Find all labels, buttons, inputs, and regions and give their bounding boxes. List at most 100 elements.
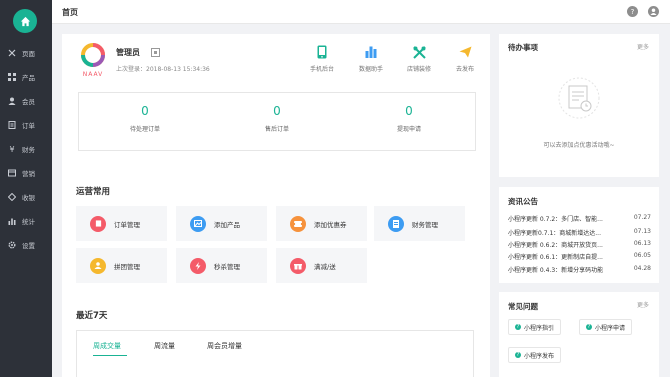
- section-title-common-ops: 运营常用: [76, 187, 111, 197]
- sidebar-item-label: 页面: [22, 50, 35, 58]
- sidebar-item-finance[interactable]: ¥ 财务: [0, 138, 52, 160]
- news-item[interactable]: 小程序更新 0.6.2：商城开放货页... 06.13: [508, 240, 651, 249]
- faq-label: 小程序指引: [524, 324, 555, 332]
- home-icon: [20, 16, 30, 26]
- marketing-icon: [8, 169, 16, 177]
- tab-weekly-members[interactable]: 周会员增量: [207, 341, 242, 351]
- admin-name: 管理员: [116, 48, 140, 57]
- last-login: 上次登录：2018-08-13 15:34:36: [116, 64, 210, 73]
- stat-label: 提现申请: [396, 126, 421, 133]
- tile-label: 财务管理: [412, 220, 438, 229]
- empty-state-icon: [551, 76, 607, 120]
- sidebar-item-label: 营销: [22, 170, 35, 178]
- sidebar-item-members[interactable]: 会员: [0, 90, 52, 112]
- main-card: NAAV 管理员 上次登录：2018-08-13 15:34:36 手机后台 数…: [62, 34, 490, 377]
- sidebar-item-settings[interactable]: 设置: [0, 234, 52, 256]
- flash-icon: [190, 257, 206, 274]
- stat-label: 售后订单: [264, 126, 289, 133]
- sidebar-item-label: 订单: [22, 122, 35, 130]
- tile-group-buy[interactable]: 拼团管理: [76, 248, 167, 283]
- sidebar-item-marketing[interactable]: 营销: [0, 162, 52, 184]
- sidebar-item-cashier[interactable]: 收银: [0, 186, 52, 208]
- sidebar-item-label: 会员: [22, 98, 35, 106]
- news-text: 小程序更新 0.7.2：多门店、智能...: [508, 216, 603, 223]
- news-item[interactable]: 小程序更新 0.4.3：新增分享码功能 04.28: [508, 265, 651, 274]
- page-title: 首页: [62, 8, 78, 17]
- quick-action-label: 数据助手: [358, 66, 383, 73]
- question-icon: ?: [586, 324, 592, 330]
- group-icon: [90, 257, 106, 274]
- tile-add-product[interactable]: 添加产品: [176, 206, 267, 241]
- last-login-time: 2018-08-13 15:34:36: [146, 66, 210, 73]
- help-button[interactable]: ?: [627, 6, 638, 17]
- tools-icon: [8, 49, 16, 57]
- news-text: 小程序更新 0.6.2：商城开放货页...: [508, 242, 603, 249]
- news-item[interactable]: 小程序更新 0.6.1：更新制店自提... 06.05: [508, 252, 651, 261]
- tile-label: 添加产品: [214, 220, 240, 229]
- quick-action-label: 手机后台: [309, 66, 334, 73]
- tab-weekly-deals[interactable]: 周成交量: [93, 341, 121, 351]
- quick-action-mobile[interactable]: 手机后台: [302, 44, 342, 73]
- faq-item[interactable]: ? 小程序指引: [508, 319, 562, 335]
- sidebar-item-stats[interactable]: 统计: [0, 210, 52, 232]
- news-date: 06.13: [633, 240, 651, 247]
- todo-empty-text: 可以去添加点优惠活动哦~: [543, 142, 615, 149]
- faq-item[interactable]: ? 小程序发布: [508, 347, 562, 363]
- quick-action-decorate[interactable]: 店铺装修: [399, 44, 439, 73]
- faq-label: 小程序申请: [595, 324, 626, 332]
- faq-item[interactable]: ? 小程序申请: [579, 319, 633, 335]
- faq-panel: 常见问题 更多 ? 小程序指引 ? 小程序申请 ? 小程序发布: [499, 292, 659, 377]
- user-icon: [8, 97, 16, 105]
- recent-tabs: 周成交量 周流量 周会员增量: [76, 330, 474, 377]
- grid-icon: [8, 73, 16, 81]
- top-bar: 首页 ?: [52, 0, 670, 24]
- todo-more-link[interactable]: 更多: [637, 42, 649, 51]
- sidebar-item-label: 统计: [22, 218, 35, 226]
- chart-icon: [8, 217, 16, 225]
- home-button[interactable]: [13, 9, 37, 33]
- user-menu-button[interactable]: [648, 6, 659, 17]
- stat-pending-orders[interactable]: 0 待处理订单: [79, 93, 211, 133]
- tile-label: 秒杀管理: [214, 262, 240, 271]
- doc-icon: [388, 215, 404, 232]
- todo-panel: 待办事项 更多 可以去添加点优惠活动哦~: [499, 34, 659, 177]
- stats-panel: 0 待处理订单 0 售后订单 0 提现申请: [78, 92, 476, 151]
- sidebar-item-pages[interactable]: 页面: [0, 42, 52, 64]
- todo-title: 待办事项: [508, 43, 538, 52]
- tile-add-coupon[interactable]: 添加优惠券: [276, 206, 367, 241]
- tile-flash-sale[interactable]: 秒杀管理: [176, 248, 267, 283]
- mobile-icon: [302, 44, 342, 60]
- sidebar-item-orders[interactable]: 订单: [0, 114, 52, 136]
- stat-label: 待处理订单: [129, 126, 160, 133]
- stat-value: 0: [273, 104, 281, 118]
- gift-icon: [290, 257, 306, 274]
- news-text: 小程序更新 0.4.3：新增分享码功能: [508, 267, 604, 274]
- brand-logo: NAAV: [78, 43, 108, 79]
- stat-withdraw-requests[interactable]: 0 提现申请: [343, 93, 475, 133]
- quick-action-publish[interactable]: 去发布: [445, 44, 485, 73]
- tile-label: 拼团管理: [114, 262, 140, 271]
- faq-more-link[interactable]: 更多: [637, 300, 649, 309]
- tile-finance-management[interactable]: 财务管理: [374, 206, 465, 241]
- tab-weekly-traffic[interactable]: 周流量: [154, 341, 175, 351]
- tile-label: 订单管理: [114, 220, 140, 229]
- quick-action-data[interactable]: 数据助手: [351, 44, 391, 73]
- sidebar-item-label: 收银: [22, 194, 35, 202]
- stat-aftersale-orders[interactable]: 0 售后订单: [211, 93, 343, 133]
- tile-discount-gift[interactable]: 满减/送: [276, 248, 367, 283]
- news-date: 06.05: [633, 252, 651, 259]
- sidebar-item-products[interactable]: 产品: [0, 66, 52, 88]
- tile-order-management[interactable]: 订单管理: [76, 206, 167, 241]
- news-date: 04.28: [633, 265, 651, 272]
- sidebar-item-label: 设置: [22, 242, 35, 250]
- quick-action-label: 去发布: [455, 66, 474, 73]
- faq-title: 常见问题: [508, 302, 538, 311]
- tile-label: 满减/送: [314, 262, 336, 271]
- question-icon: ?: [515, 352, 521, 358]
- news-item[interactable]: 小程序更新 0.7.2：多门店、智能... 07.27: [508, 214, 651, 223]
- news-item[interactable]: 小程序更新0.7.1：商城新增达达... 07.13: [508, 228, 651, 237]
- section-title-recent: 最近7天: [76, 311, 108, 321]
- sidebar-item-label: 财务: [22, 146, 35, 154]
- stat-value: 0: [141, 104, 149, 118]
- qr-code-icon[interactable]: [151, 48, 160, 57]
